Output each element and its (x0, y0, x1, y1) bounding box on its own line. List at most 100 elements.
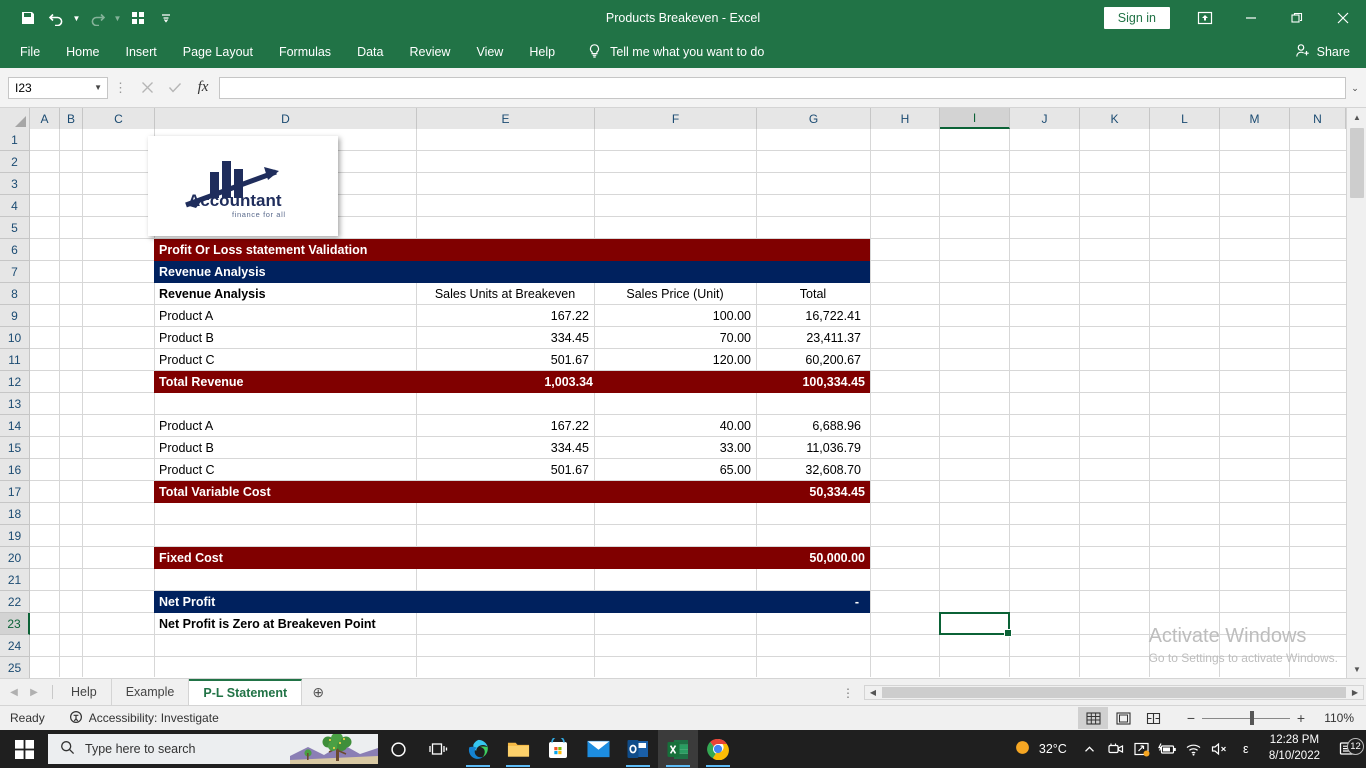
tab-review[interactable]: Review (397, 40, 462, 64)
cell-G14[interactable]: 6,688.96 (757, 415, 865, 437)
cell-fixed-cost-band[interactable]: Fixed Cost 50,000.00 (154, 547, 870, 569)
vertical-scroll-thumb[interactable] (1350, 128, 1364, 198)
start-button-icon[interactable] (0, 730, 48, 768)
save-icon[interactable] (14, 5, 42, 31)
sheet-tab-example[interactable]: Example (112, 679, 190, 705)
row-header-16[interactable]: 16 (0, 459, 30, 481)
touch-mode-icon[interactable] (124, 5, 152, 31)
tab-data[interactable]: Data (345, 40, 395, 64)
column-header-C[interactable]: C (83, 108, 155, 129)
edge-icon[interactable] (458, 730, 498, 768)
undo-dropdown-icon[interactable]: ▼ (70, 5, 83, 31)
customize-qat-icon[interactable] (152, 5, 180, 31)
ribbon-display-options-icon[interactable] (1182, 0, 1228, 36)
cell-E9[interactable]: 167.22 (417, 305, 593, 327)
cell-D15[interactable]: Product B (155, 437, 415, 459)
hscroll-right-icon[interactable]: ▶ (1347, 686, 1363, 699)
battery-charging-icon[interactable] (1155, 742, 1181, 756)
horizontal-scroll-thumb[interactable] (882, 687, 1346, 698)
redo-dropdown-icon[interactable]: ▼ (111, 5, 124, 31)
sheet-tab-p-l-statement[interactable]: P-L Statement (189, 679, 303, 705)
tell-me-search[interactable]: Tell me what you want to do (587, 43, 764, 62)
cell-F9[interactable]: 100.00 (595, 305, 755, 327)
formula-input[interactable] (219, 76, 1346, 99)
row-header-22[interactable]: 22 (0, 591, 30, 613)
search-input[interactable]: Type here to search (48, 734, 378, 764)
row-header-14[interactable]: 14 (0, 415, 30, 437)
row-header-4[interactable]: 4 (0, 195, 30, 217)
cell-E16[interactable]: 501.67 (417, 459, 593, 481)
tab-page-layout[interactable]: Page Layout (171, 40, 265, 64)
company-logo-image[interactable]: Accountant finance for all (148, 136, 338, 236)
tab-split-handle[interactable]: ⋮ (832, 686, 864, 700)
column-header-E[interactable]: E (417, 108, 595, 129)
volume-muted-icon[interactable] (1207, 742, 1233, 756)
vertical-scrollbar[interactable]: ▲ ▼ (1346, 108, 1366, 678)
row-header-10[interactable]: 10 (0, 327, 30, 349)
row-header-21[interactable]: 21 (0, 569, 30, 591)
webcam-icon[interactable] (1103, 742, 1129, 756)
column-header-B[interactable]: B (60, 108, 83, 129)
sheet-tab-help[interactable]: Help (57, 679, 112, 705)
cell-D9[interactable]: Product A (155, 305, 415, 327)
formula-bar-separator[interactable]: ⋮ (114, 80, 127, 96)
row-header-12[interactable]: 12 (0, 371, 30, 393)
cell-G15[interactable]: 11,036.79 (757, 437, 865, 459)
zoom-slider-thumb[interactable] (1250, 711, 1254, 725)
cortana-icon[interactable] (378, 730, 418, 768)
column-header-N[interactable]: N (1290, 108, 1346, 129)
cell-E11[interactable]: 501.67 (417, 349, 593, 371)
cell-total-revenue-band[interactable]: Total Revenue 1,003.34 100,334.45 (154, 371, 870, 393)
onedrive-sync-icon[interactable] (1129, 742, 1155, 757)
row-header-17[interactable]: 17 (0, 481, 30, 503)
cell-D23-note[interactable]: Net Profit is Zero at Breakeven Point (155, 613, 455, 635)
cell-F16[interactable]: 65.00 (595, 459, 755, 481)
row-header-23[interactable]: 23 (0, 613, 30, 635)
tab-view[interactable]: View (464, 40, 515, 64)
select-all-corner[interactable] (0, 108, 30, 129)
hscroll-left-icon[interactable]: ◀ (865, 686, 881, 699)
normal-view-button[interactable] (1078, 707, 1108, 729)
row-header-9[interactable]: 9 (0, 305, 30, 327)
mail-icon[interactable] (578, 730, 618, 768)
wifi-icon[interactable] (1181, 742, 1207, 756)
chrome-icon[interactable] (698, 730, 738, 768)
scroll-up-icon[interactable]: ▲ (1347, 108, 1366, 126)
cell-G8[interactable]: Total (757, 283, 869, 305)
language-indicator[interactable]: ε (1233, 742, 1259, 756)
enter-formula-icon[interactable] (161, 76, 189, 100)
tab-home[interactable]: Home (54, 40, 111, 64)
weather-widget[interactable]: 32°C (1004, 739, 1077, 759)
expand-formula-bar-icon[interactable]: ⌄ (1347, 78, 1363, 98)
chevron-down-icon[interactable]: ▼ (94, 83, 102, 92)
undo-icon[interactable] (42, 5, 70, 31)
microsoft-store-icon[interactable] (538, 730, 578, 768)
minimize-button[interactable] (1228, 0, 1274, 36)
share-button[interactable]: Share (1295, 43, 1350, 61)
cell-E8[interactable]: Sales Units at Breakeven (417, 283, 593, 305)
page-break-preview-button[interactable] (1138, 707, 1168, 729)
tab-formulas[interactable]: Formulas (267, 40, 343, 64)
cell-F8[interactable]: Sales Price (Unit) (595, 283, 755, 305)
cell-D11[interactable]: Product C (155, 349, 415, 371)
tab-help[interactable]: Help (517, 40, 567, 64)
cell-G10[interactable]: 23,411.37 (757, 327, 865, 349)
column-header-K[interactable]: K (1080, 108, 1150, 129)
row-header-13[interactable]: 13 (0, 393, 30, 415)
accessibility-status[interactable]: Accessibility: Investigate (69, 710, 219, 727)
sheet-prev-icon[interactable]: ◀ (4, 687, 24, 698)
excel-icon[interactable] (658, 730, 698, 768)
row-header-11[interactable]: 11 (0, 349, 30, 371)
cell-G9[interactable]: 16,722.41 (757, 305, 865, 327)
cell-G11[interactable]: 60,200.67 (757, 349, 865, 371)
cell-F14[interactable]: 40.00 (595, 415, 755, 437)
zoom-slider[interactable] (1202, 711, 1290, 725)
row-header-25[interactable]: 25 (0, 657, 30, 678)
column-header-H[interactable]: H (871, 108, 940, 129)
cell-E10[interactable]: 334.45 (417, 327, 593, 349)
redo-icon[interactable] (83, 5, 111, 31)
column-header-I[interactable]: I (940, 108, 1010, 129)
restore-button[interactable] (1274, 0, 1320, 36)
cell-F11[interactable]: 120.00 (595, 349, 755, 371)
cell-E15[interactable]: 334.45 (417, 437, 593, 459)
